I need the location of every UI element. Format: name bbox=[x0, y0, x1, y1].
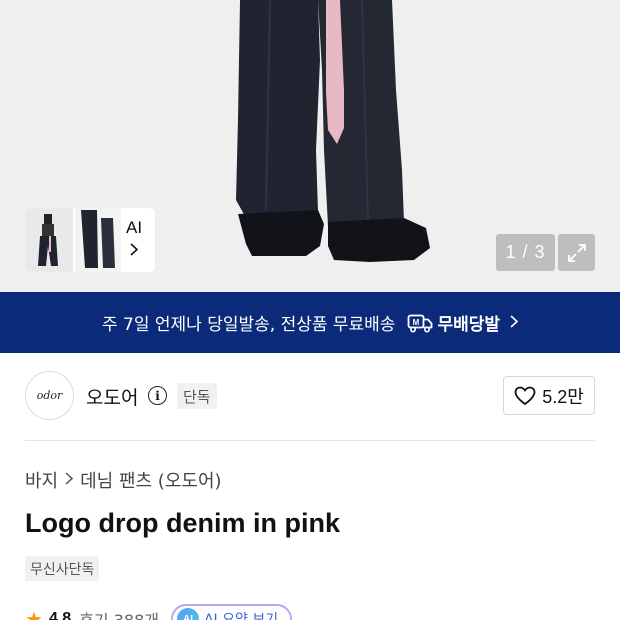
thumbnail-2-photo bbox=[81, 210, 115, 268]
breadcrumb-item-category[interactable]: 바지 bbox=[25, 467, 58, 493]
rating-score: 4.8 bbox=[48, 610, 72, 620]
heart-icon bbox=[514, 386, 536, 405]
breadcrumb: 바지 데님 팬츠 (오도어) bbox=[25, 467, 222, 493]
chevron-right-icon bbox=[510, 313, 519, 332]
banner-text: 주 7일 언제나 당일발송, 전상품 무료배송 bbox=[101, 315, 396, 335]
star-icon: ★ bbox=[25, 607, 43, 620]
exclusive-badge: 단독 bbox=[177, 383, 217, 409]
exclusive-tag: 무신사단독 bbox=[25, 556, 100, 581]
thumbnail-2[interactable] bbox=[75, 208, 121, 272]
product-image-gallery[interactable]: AI 1 / 3 bbox=[0, 0, 620, 292]
divider bbox=[25, 440, 595, 441]
chevron-right-icon bbox=[65, 471, 74, 489]
shipping-banner[interactable]: 주 7일 언제나 당일발송, 전상품 무료배송 M 무배당발 bbox=[0, 292, 620, 353]
brand-logo-text: odor bbox=[36, 389, 63, 402]
reviews-link[interactable]: 후기 388개 bbox=[79, 607, 159, 620]
thumbnail-1[interactable] bbox=[25, 208, 73, 272]
delivery-truck-icon: M bbox=[408, 314, 433, 333]
like-button[interactable]: 5.2만 bbox=[503, 376, 595, 415]
thumbnail-1-photo bbox=[38, 214, 58, 266]
product-title: Logo drop denim in pink bbox=[25, 508, 340, 538]
info-icon[interactable]: i bbox=[148, 386, 167, 405]
rating-row: ★ 4.8 후기 388개 AI AI 요약 보기 bbox=[25, 604, 293, 620]
ai-label[interactable]: AI bbox=[126, 218, 142, 238]
banner-service-logo: M 무배당발 bbox=[407, 310, 500, 335]
like-count: 5.2만 bbox=[542, 386, 584, 407]
brand-name[interactable]: 오도어 bbox=[86, 383, 138, 410]
banner-service-name: 무배당발 bbox=[437, 315, 501, 335]
breadcrumb-item-subcategory[interactable]: 데님 팬츠 (오도어) bbox=[80, 467, 221, 493]
ai-summary-button[interactable]: AI AI 요약 보기 bbox=[170, 604, 293, 620]
ai-summary-label: AI 요약 보기 bbox=[203, 612, 279, 620]
brand-row: odor 오도어 i 단독 5.2만 bbox=[25, 371, 595, 423]
ai-icon: AI bbox=[176, 608, 199, 620]
svg-text:M: M bbox=[413, 318, 420, 327]
image-counter: 1 / 3 bbox=[496, 234, 555, 271]
expand-icon[interactable] bbox=[558, 234, 595, 271]
chevron-right-icon[interactable] bbox=[130, 242, 139, 260]
thumbnail-strip[interactable]: AI bbox=[25, 208, 155, 272]
brand-logo[interactable]: odor bbox=[25, 371, 74, 420]
